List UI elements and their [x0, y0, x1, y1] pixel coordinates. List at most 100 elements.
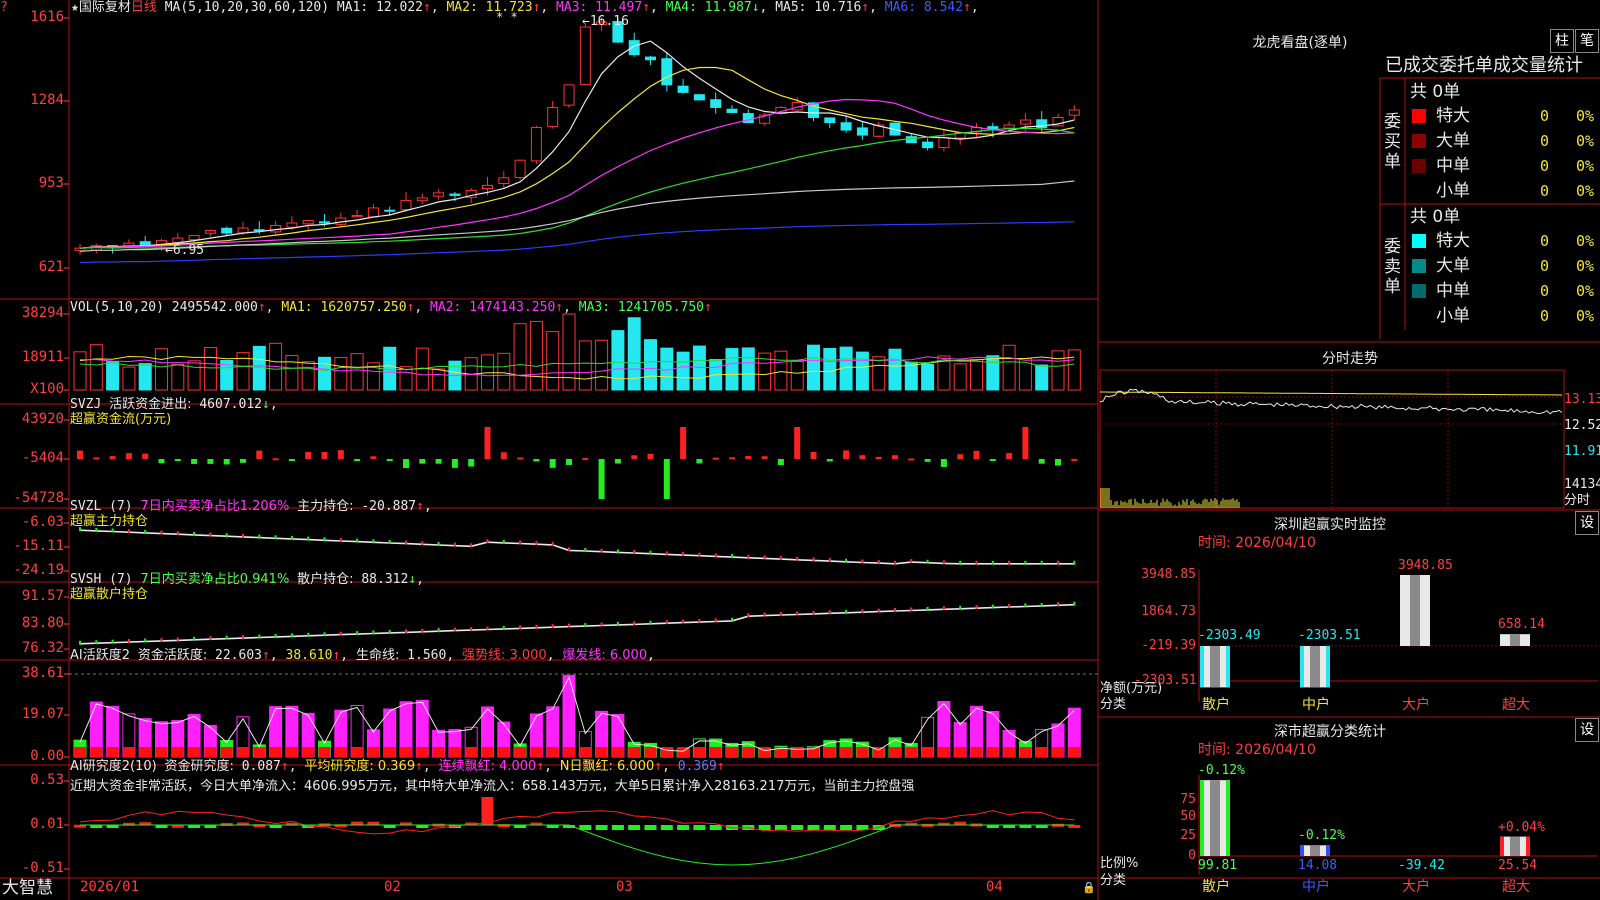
- sz-monitor-settings-button[interactable]: 设: [1575, 511, 1599, 535]
- bar-view-button[interactable]: 柱: [1550, 29, 1574, 53]
- hold-tick: [747, 554, 750, 559]
- ai-research-comment: 近期大资金非常活跃，今日大单净流入：4606.995万元，其中特大单净流入：65…: [70, 779, 915, 794]
- monitor-axis-label: -219.39: [1141, 638, 1196, 653]
- active-base: [628, 747, 641, 757]
- buy-swatch-0: [1412, 109, 1426, 123]
- flow-bar: [908, 458, 915, 461]
- axis-label: 38294: [21, 305, 64, 321]
- hold-tick: [437, 541, 440, 546]
- axis-label: 43920: [21, 411, 64, 427]
- monitor-bar-3: [1500, 634, 1530, 646]
- axis-label: 0.53: [30, 772, 64, 788]
- buy-row-name: 特大: [1436, 106, 1470, 126]
- hold-tick: [176, 637, 179, 642]
- sell-swatch-1: [1412, 259, 1426, 273]
- app-brand: 大智慧: [2, 878, 53, 898]
- flow-bar: [256, 450, 263, 459]
- axis-label: 38.61: [21, 665, 64, 681]
- candle-body: [563, 84, 575, 106]
- candle-body: [514, 159, 526, 179]
- hold-tick: [421, 541, 424, 546]
- ma-line-2: [79, 66, 1075, 249]
- hold-tick: [698, 552, 701, 557]
- class-axis-label: 50: [1180, 809, 1196, 824]
- volume-bar: [318, 356, 331, 391]
- research-bar: [644, 825, 657, 830]
- hold-tick: [1057, 560, 1059, 565]
- candle-body: [237, 227, 249, 234]
- candle-body: [547, 106, 559, 128]
- hold-tick: [274, 633, 277, 638]
- ma-item-5: MA5: 10.716↑,: [775, 0, 885, 15]
- stock-name: 国际复材: [78, 0, 131, 15]
- monitor-category: 散户: [1202, 697, 1230, 713]
- active-base: [155, 747, 168, 757]
- volume-bar: [122, 366, 136, 391]
- flow-bar: [696, 459, 703, 464]
- candle-body: [400, 199, 412, 211]
- monitor-bar-label: 3948.85: [1398, 558, 1453, 573]
- flow-bar: [240, 459, 246, 463]
- flow-bar: [272, 458, 279, 461]
- volume-bar: [89, 344, 103, 391]
- buy-row-name: 小单: [1436, 181, 1470, 201]
- candle-body: [384, 209, 396, 212]
- hold-tick: [845, 558, 848, 563]
- hold-tick: [975, 560, 978, 565]
- ai-research-header: AI研究度2(10) 资金研究度: 0.087↑, 平均研究度: 0.369↑,…: [70, 759, 725, 774]
- active-base: [611, 747, 624, 757]
- volume-bar: [855, 351, 869, 391]
- sell-row-value: 0: [1540, 232, 1550, 250]
- hold-tick: [144, 529, 147, 534]
- class-bar-1: [1300, 845, 1330, 856]
- hold-tick: [894, 608, 896, 613]
- active-bar: [562, 674, 576, 758]
- flow-bar: [875, 456, 882, 459]
- hold-tick: [812, 557, 815, 562]
- monitor-bar-1: [1300, 646, 1330, 688]
- hold-tick: [160, 637, 163, 642]
- hold-tick: [551, 624, 554, 629]
- hold-tick: [763, 555, 766, 560]
- class-bar-shade: [1310, 845, 1320, 856]
- volume-bar: [676, 351, 690, 391]
- candle-body: [840, 122, 852, 131]
- hold-tick: [127, 529, 130, 534]
- candle-body: [824, 117, 836, 124]
- star-markers: * *: [496, 10, 518, 24]
- flow-bar: [729, 457, 735, 460]
- flow-bar: [631, 455, 638, 459]
- active-base: [514, 747, 527, 757]
- hold-tick: [779, 556, 782, 561]
- active-base: [74, 747, 86, 757]
- flow-bar: [337, 450, 344, 459]
- hold-tick: [682, 619, 685, 624]
- lhb-subtitle: 已成交委托单成交量统计: [1385, 55, 1583, 76]
- star-icon[interactable]: ★: [71, 0, 79, 15]
- monitor-bar-shade: [1410, 575, 1420, 646]
- sz-class-settings-button[interactable]: 设: [1575, 718, 1599, 742]
- flow-bar: [435, 459, 442, 464]
- candle-body: [172, 237, 184, 243]
- hold-tick: [779, 612, 782, 617]
- hold-tick: [519, 540, 522, 545]
- flow-bar: [403, 459, 409, 468]
- hold-tick: [796, 611, 799, 616]
- flow-bar: [1055, 459, 1061, 466]
- sz-class-xlabel: 分类: [1100, 873, 1127, 888]
- research-bar: [774, 825, 787, 830]
- tick-view-button[interactable]: 笔: [1575, 29, 1599, 53]
- sell-row-pct: 0%: [1576, 282, 1595, 300]
- candle-body: [449, 193, 461, 196]
- candle-body: [922, 141, 934, 149]
- lock-icon[interactable]: 🔒: [1082, 880, 1096, 895]
- monitor-category: 大户: [1402, 697, 1430, 713]
- period-label[interactable]: 日线: [131, 0, 157, 15]
- hold-tick: [209, 636, 212, 641]
- hold-tick: [437, 628, 440, 633]
- flow-bar: [321, 451, 328, 459]
- svzl-subtitle: 超赢主力持仓: [70, 514, 149, 529]
- svsh-subtitle: 超赢散户持仓: [70, 587, 149, 602]
- flow-bar: [207, 459, 214, 464]
- ma-item-3: MA3: 11.497↑,: [556, 0, 666, 15]
